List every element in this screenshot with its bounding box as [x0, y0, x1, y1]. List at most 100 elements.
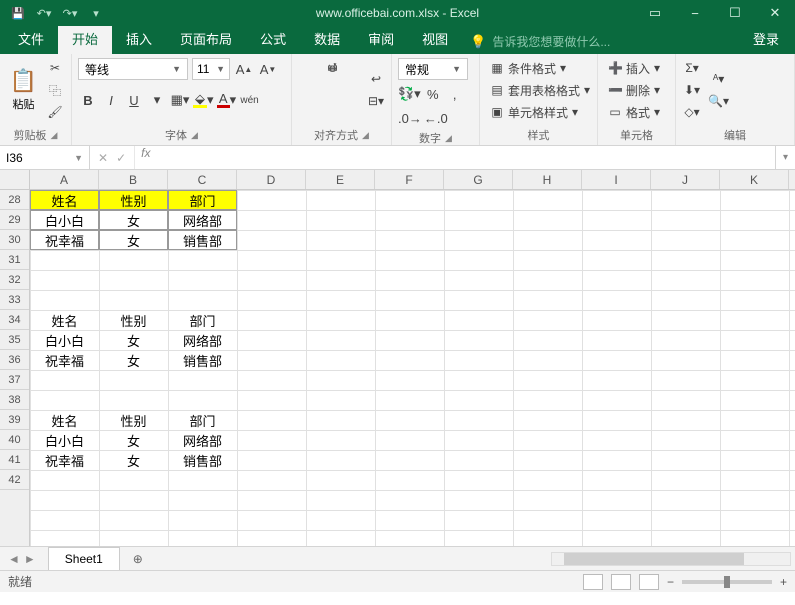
cell[interactable]: 祝幸福	[30, 350, 99, 370]
tab-layout[interactable]: 页面布局	[166, 23, 246, 54]
sheet-next-icon[interactable]: ►	[24, 552, 36, 566]
row-header[interactable]: 33	[0, 290, 29, 310]
cell[interactable]: 女	[99, 330, 168, 350]
col-header[interactable]: E	[306, 170, 375, 189]
col-header[interactable]: J	[651, 170, 720, 189]
sheet-prev-icon[interactable]: ◄	[8, 552, 20, 566]
zoom-thumb[interactable]	[724, 576, 730, 588]
row-header[interactable]: 36	[0, 350, 29, 370]
row-header[interactable]: 34	[0, 310, 29, 330]
col-header[interactable]: B	[99, 170, 168, 189]
table-format-button[interactable]: ▤套用表格格式▾	[486, 80, 594, 100]
cell[interactable]: 白小白	[30, 210, 99, 230]
redo-icon[interactable]: ↷▾	[60, 3, 80, 23]
cell[interactable]: 女	[99, 430, 168, 450]
cell[interactable]: 网络部	[168, 430, 237, 450]
phonetic-icon[interactable]: wén	[240, 90, 260, 110]
cell[interactable]: 姓名	[30, 190, 99, 210]
row-header[interactable]: 29	[0, 210, 29, 230]
fill-icon[interactable]: ⬇▾	[682, 80, 702, 100]
horizontal-scrollbar[interactable]	[551, 552, 791, 566]
font-color-icon[interactable]: A▾	[217, 90, 237, 110]
cell[interactable]: 女	[99, 350, 168, 370]
cell[interactable]: 网络部	[168, 210, 237, 230]
close-icon[interactable]: ✕	[755, 0, 795, 26]
cell-style-button[interactable]: ▣单元格样式▾	[486, 102, 594, 122]
name-box[interactable]: I36▼	[0, 146, 90, 169]
tab-insert[interactable]: 插入	[112, 23, 166, 54]
tab-formulas[interactable]: 公式	[246, 23, 300, 54]
grow-font-icon[interactable]: A▲	[234, 59, 254, 79]
minimize-icon[interactable]: −	[675, 0, 715, 26]
cells-area[interactable]: 姓名性别部门白小白女网络部祝幸福女销售部姓名性别部门白小白女网络部祝幸福女销售部…	[30, 190, 795, 546]
cell[interactable]: 姓名	[30, 310, 99, 330]
inc-decimal-icon[interactable]: .0→	[398, 108, 422, 128]
qat-more-icon[interactable]: ▾	[86, 3, 106, 23]
view-pagebreak-icon[interactable]	[639, 574, 659, 590]
clear-icon[interactable]: ◇▾	[682, 102, 702, 122]
paste-button[interactable]: 📋 粘贴	[6, 58, 41, 122]
cell[interactable]: 部门	[168, 190, 237, 210]
row-header[interactable]: 37	[0, 370, 29, 390]
cell[interactable]: 女	[99, 210, 168, 230]
align-dialog-icon[interactable]: ◢	[362, 130, 369, 141]
orientation-icon[interactable]: ⭯	[298, 58, 367, 78]
ribbon-options-icon[interactable]: ▭	[635, 0, 675, 26]
enter-formula-icon[interactable]: ✓	[116, 151, 126, 165]
row-header[interactable]: 39	[0, 410, 29, 430]
row-header[interactable]: 28	[0, 190, 29, 210]
clipboard-dialog-icon[interactable]: ◢	[51, 130, 58, 141]
col-header[interactable]: D	[237, 170, 306, 189]
col-header[interactable]: G	[444, 170, 513, 189]
cell[interactable]: 姓名	[30, 410, 99, 430]
percent-icon[interactable]: %	[423, 84, 443, 104]
expand-formula-bar-icon[interactable]: ▾	[775, 146, 795, 169]
view-normal-icon[interactable]	[583, 574, 603, 590]
save-icon[interactable]: 💾	[8, 3, 28, 23]
col-header[interactable]: A	[30, 170, 99, 189]
format-cells-button[interactable]: ▭格式▾	[604, 102, 664, 122]
cell[interactable]: 销售部	[168, 350, 237, 370]
row-header[interactable]: 30	[0, 230, 29, 250]
zoom-in-button[interactable]: +	[780, 575, 787, 589]
tab-data[interactable]: 数据	[300, 23, 354, 54]
cell[interactable]: 部门	[168, 310, 237, 330]
tab-home[interactable]: 开始	[58, 23, 112, 54]
tab-view[interactable]: 视图	[408, 23, 462, 54]
cell[interactable]: 女	[99, 450, 168, 470]
row-header[interactable]: 41	[0, 450, 29, 470]
delete-cells-button[interactable]: ➖删除▾	[604, 80, 664, 100]
cell[interactable]: 性别	[99, 310, 168, 330]
number-format-select[interactable]: 常规▼	[398, 58, 468, 80]
cell[interactable]: 网络部	[168, 330, 237, 350]
bold-button[interactable]: B	[78, 90, 98, 110]
select-all-corner[interactable]	[0, 170, 30, 189]
zoom-slider[interactable]	[682, 580, 772, 584]
merge-center-icon[interactable]: ⊟▾	[366, 91, 386, 111]
add-sheet-icon[interactable]: ⊕	[126, 552, 150, 566]
conditional-format-button[interactable]: ▦条件格式▾	[486, 58, 594, 78]
cell[interactable]: 性别	[99, 190, 168, 210]
row-header[interactable]: 32	[0, 270, 29, 290]
sort-filter-icon[interactable]: ᴬ▾	[706, 69, 731, 89]
fill-color-icon[interactable]: ⬙▾	[193, 90, 214, 110]
tab-file[interactable]: 文件	[4, 23, 58, 54]
cancel-formula-icon[interactable]: ✕	[98, 151, 108, 165]
col-header[interactable]: K	[720, 170, 789, 189]
scrollbar-thumb[interactable]	[564, 553, 744, 565]
row-header[interactable]: 42	[0, 470, 29, 490]
number-dialog-icon[interactable]: ◢	[445, 133, 452, 144]
underline-button[interactable]: U	[124, 90, 144, 110]
zoom-out-button[interactable]: −	[667, 575, 674, 589]
font-name-select[interactable]: 等线▼	[78, 58, 188, 80]
row-header[interactable]: 35	[0, 330, 29, 350]
row-header[interactable]: 40	[0, 430, 29, 450]
sheet-tab[interactable]: Sheet1	[48, 547, 120, 570]
cell[interactable]: 白小白	[30, 430, 99, 450]
copy-icon[interactable]: ⿻	[45, 80, 65, 100]
cut-icon[interactable]: ✂	[45, 58, 65, 78]
font-dialog-icon[interactable]: ◢	[191, 130, 198, 141]
formula-input[interactable]	[156, 146, 775, 169]
border-icon[interactable]: ▦▾	[170, 90, 190, 110]
tell-me-search[interactable]: 💡 告诉我您想要做什么...	[462, 29, 618, 54]
